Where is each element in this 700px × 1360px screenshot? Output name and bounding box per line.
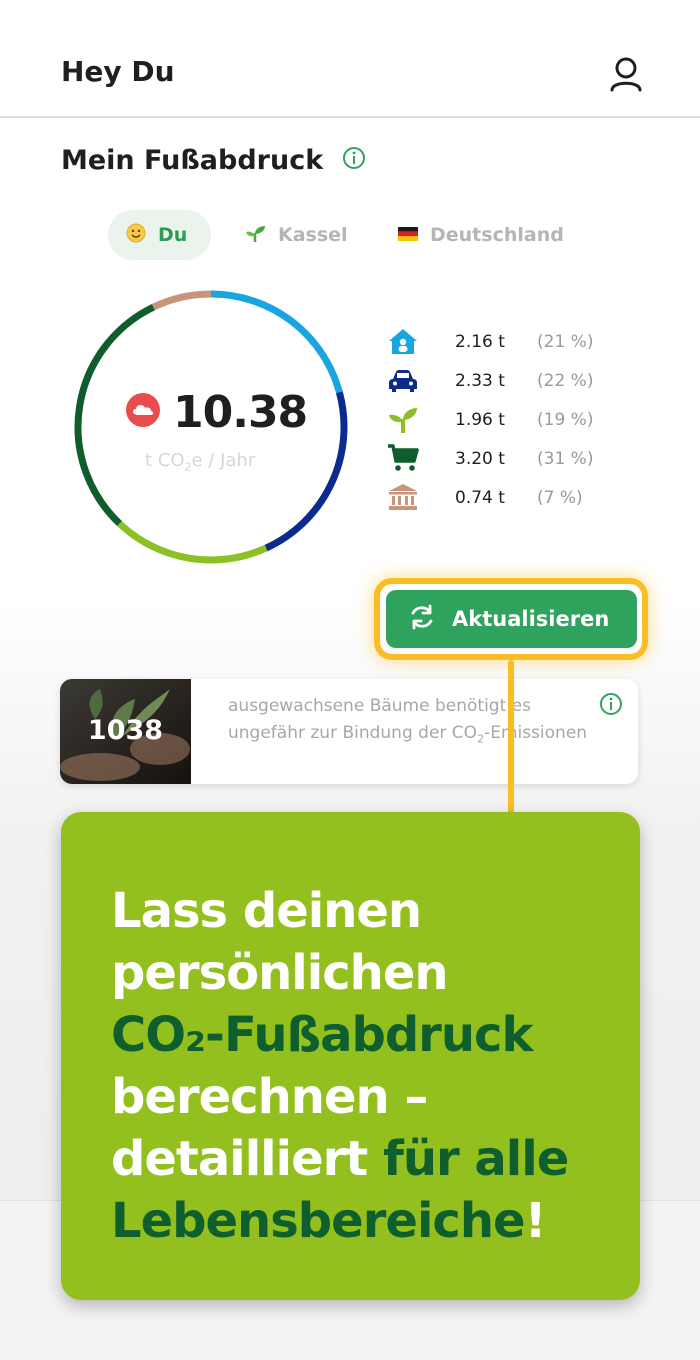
promo-line-4: berechnen – [111, 1069, 428, 1125]
food-value: 1.96 t [455, 410, 505, 430]
promo-card: Lass deinen persönlichen CO₂-Fußabdruck … [61, 812, 640, 1300]
legend-row-consumption[interactable]: 3.20 t (31 %) [386, 439, 616, 478]
donut-segment-food [117, 520, 268, 564]
tab-deutschland-label: Deutschland [430, 224, 564, 246]
update-button-label: Aktualisieren [452, 607, 610, 631]
legend-row-food[interactable]: 1.96 t (19 %) [386, 400, 616, 439]
consumption-value: 3.20 t [455, 449, 505, 469]
total-value: 10.38 [173, 386, 308, 438]
promo-line-1: Lass deinen [111, 883, 422, 939]
footprint-title: Mein Fußabdruck [61, 145, 324, 176]
promo-line-6-dark: Lebensbereiche [111, 1193, 526, 1249]
cloud-icon [125, 392, 161, 432]
comparison-tabs: Du Kassel Deutschland [108, 210, 588, 260]
legend-row-housing[interactable]: 2.16 t (21 %) [386, 322, 616, 361]
housing-value: 2.16 t [455, 332, 505, 352]
total-footprint: 10.38 [125, 382, 325, 442]
german-flag-icon [398, 224, 418, 246]
category-legend: 2.16 t (21 %) 2.33 t (22 %) 1.96 t (19 %… [386, 322, 616, 517]
bank-icon [386, 482, 420, 512]
mobility-percent: (22 %) [537, 371, 594, 391]
unit-prefix: t CO [145, 450, 185, 471]
mobility-value: 2.33 t [455, 371, 505, 391]
tab-kassel-label: Kassel [278, 224, 348, 246]
donut-segment-housing [210, 290, 343, 394]
tab-du[interactable]: Du [108, 210, 211, 260]
house-icon [386, 326, 420, 356]
promo-line-5-white: detailliert [111, 1131, 383, 1187]
unit-suffix: e / Jahr [191, 450, 256, 471]
info-icon[interactable] [342, 146, 366, 170]
sprout-icon [244, 223, 266, 248]
user-icon[interactable] [604, 54, 648, 98]
sprout-icon [386, 404, 420, 434]
donut-segment-public [151, 290, 212, 311]
tree-description: ausgewachsene Bäume benötigt es ungefähr… [228, 693, 588, 752]
promo-line-6: Lebensbereiche! [111, 1190, 611, 1252]
smiley-icon [126, 223, 146, 248]
cart-icon [386, 443, 420, 473]
unit-subscript: 2 [184, 460, 192, 474]
update-button[interactable]: Aktualisieren [386, 590, 637, 648]
public-value: 0.74 t [455, 488, 505, 508]
legend-row-public[interactable]: 0.74 t (7 %) [386, 478, 616, 517]
tree-equivalent-card: 1038 ausgewachsene Bäume benötigt es ung… [60, 679, 638, 784]
app-header: Hey Du [0, 0, 700, 118]
tab-kassel[interactable]: Kassel [226, 210, 366, 260]
consumption-percent: (31 %) [537, 449, 594, 469]
tree-text-subscript: 2 [477, 732, 485, 746]
promo-line-5: detailliert für alle [111, 1128, 611, 1190]
promo-line-6-end: ! [524, 1193, 547, 1249]
promo-headline: Lass deinen persönlichen CO₂-Fußabdruck … [111, 880, 611, 1252]
total-unit: t CO2e / Jahr [145, 450, 255, 474]
refresh-icon [408, 603, 436, 636]
tree-count: 1038 [87, 715, 164, 746]
info-icon[interactable] [599, 692, 623, 716]
car-icon [386, 365, 420, 395]
promo-line-3: CO₂-Fußabdruck [111, 1007, 533, 1063]
tree-text-end: -Emissionen [484, 723, 588, 743]
legend-row-mobility[interactable]: 2.33 t (22 %) [386, 361, 616, 400]
food-percent: (19 %) [537, 410, 594, 430]
tab-deutschland[interactable]: Deutschland [380, 210, 590, 260]
tab-du-label: Du [158, 224, 188, 246]
housing-percent: (21 %) [537, 332, 594, 352]
greeting-title: Hey Du [61, 55, 175, 88]
promo-line-2: persönlichen [111, 945, 449, 1001]
public-percent: (7 %) [537, 488, 583, 508]
promo-line-5-dark: für alle [382, 1131, 569, 1187]
